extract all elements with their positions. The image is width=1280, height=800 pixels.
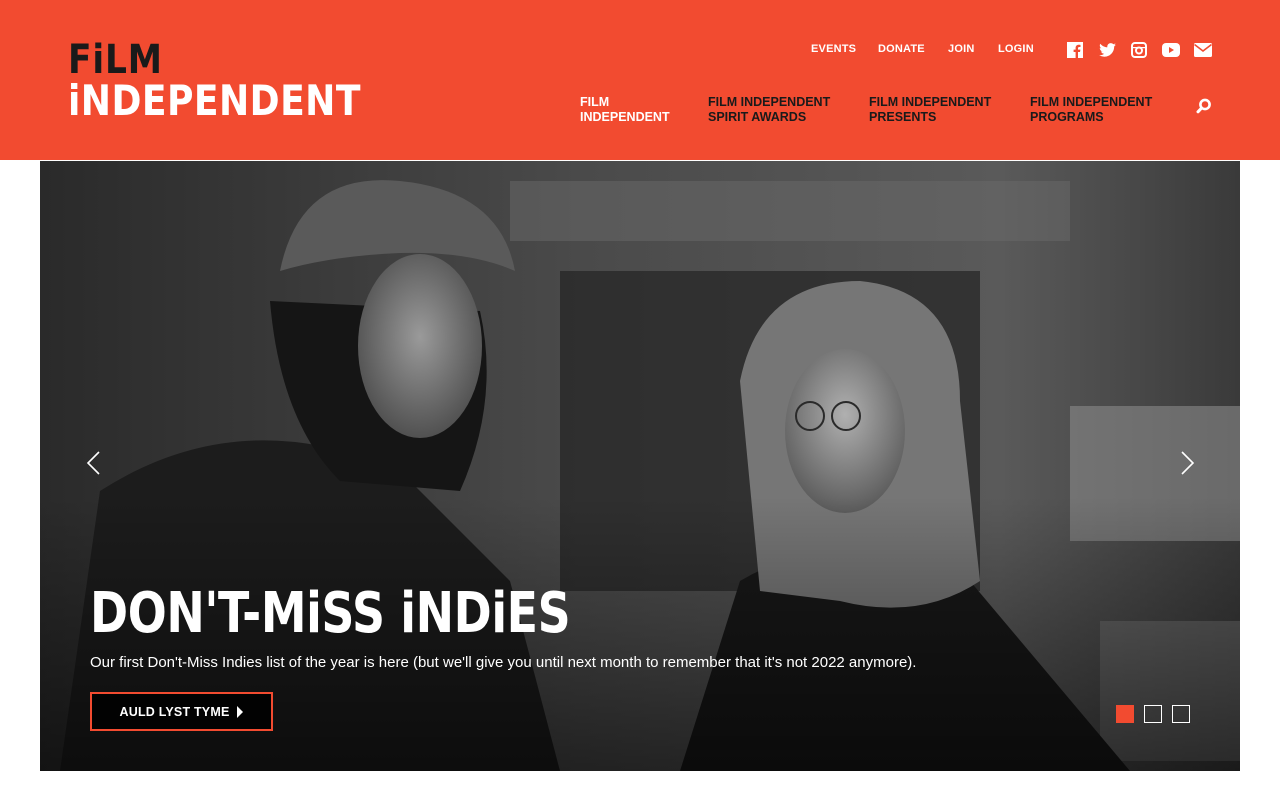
site-header: FiLM iNDEPENDENT EVENTS DONATE JOIN LOGI… xyxy=(0,0,1280,160)
carousel-prev-arrow[interactable] xyxy=(85,451,105,475)
nav-label-line1: FILM INDEPENDENT xyxy=(869,95,992,109)
caret-right-icon xyxy=(237,705,244,718)
nav-label-line1: FILM INDEPENDENT xyxy=(708,95,831,109)
hero-title: DON'T-MiSS iNDiES xyxy=(90,581,571,646)
nav-presents[interactable]: FILM INDEPENDENT PRESENTS xyxy=(869,95,991,125)
nav-label-line2: PROGRAMS xyxy=(1030,110,1104,124)
hero-cta-button[interactable]: AULD LYST TYME xyxy=(90,692,273,731)
hero-image xyxy=(40,161,1240,771)
nav-label-line1: FILM INDEPENDENT xyxy=(1030,95,1153,109)
instagram-icon[interactable] xyxy=(1130,41,1148,59)
utility-link-donate[interactable]: DONATE xyxy=(878,43,925,55)
nav-spirit-awards[interactable]: FILM INDEPENDENT SPIRIT AWARDS xyxy=(708,95,830,125)
logo-line1: FiLM xyxy=(68,37,163,83)
utility-link-join[interactable]: JOIN xyxy=(948,43,974,55)
nav-label-line2: SPIRIT AWARDS xyxy=(708,110,807,124)
nav-label-line2: INDEPENDENT xyxy=(580,110,670,124)
carousel-dot[interactable] xyxy=(1116,705,1134,723)
nav-programs[interactable]: FILM INDEPENDENT PROGRAMS xyxy=(1030,95,1152,125)
utility-link-login[interactable]: LOGIN xyxy=(998,43,1034,55)
youtube-icon[interactable] xyxy=(1162,41,1180,59)
search-icon[interactable] xyxy=(1195,97,1213,115)
logo-line2: iNDEPENDENT xyxy=(68,76,361,125)
nav-film-independent[interactable]: FILM INDEPENDENT xyxy=(580,95,670,125)
hero-subtitle: Our first Don't-Miss Indies list of the … xyxy=(90,654,917,671)
hero-cta-label: AULD LYST TYME xyxy=(119,704,230,719)
email-icon[interactable] xyxy=(1194,41,1212,59)
nav-label-line1: FILM xyxy=(580,95,610,109)
twitter-icon[interactable] xyxy=(1098,41,1116,59)
facebook-icon[interactable] xyxy=(1066,41,1084,59)
hero-carousel: DON'T-MiSS iNDiES Our first Don't-Miss I… xyxy=(40,161,1240,771)
carousel-dot[interactable] xyxy=(1172,705,1190,723)
film-independent-logo[interactable]: FiLM iNDEPENDENT xyxy=(68,40,409,122)
nav-label-line2: PRESENTS xyxy=(869,110,937,124)
carousel-dot[interactable] xyxy=(1144,705,1162,723)
utility-link-events[interactable]: EVENTS xyxy=(811,43,856,55)
carousel-next-arrow[interactable] xyxy=(1177,451,1197,475)
